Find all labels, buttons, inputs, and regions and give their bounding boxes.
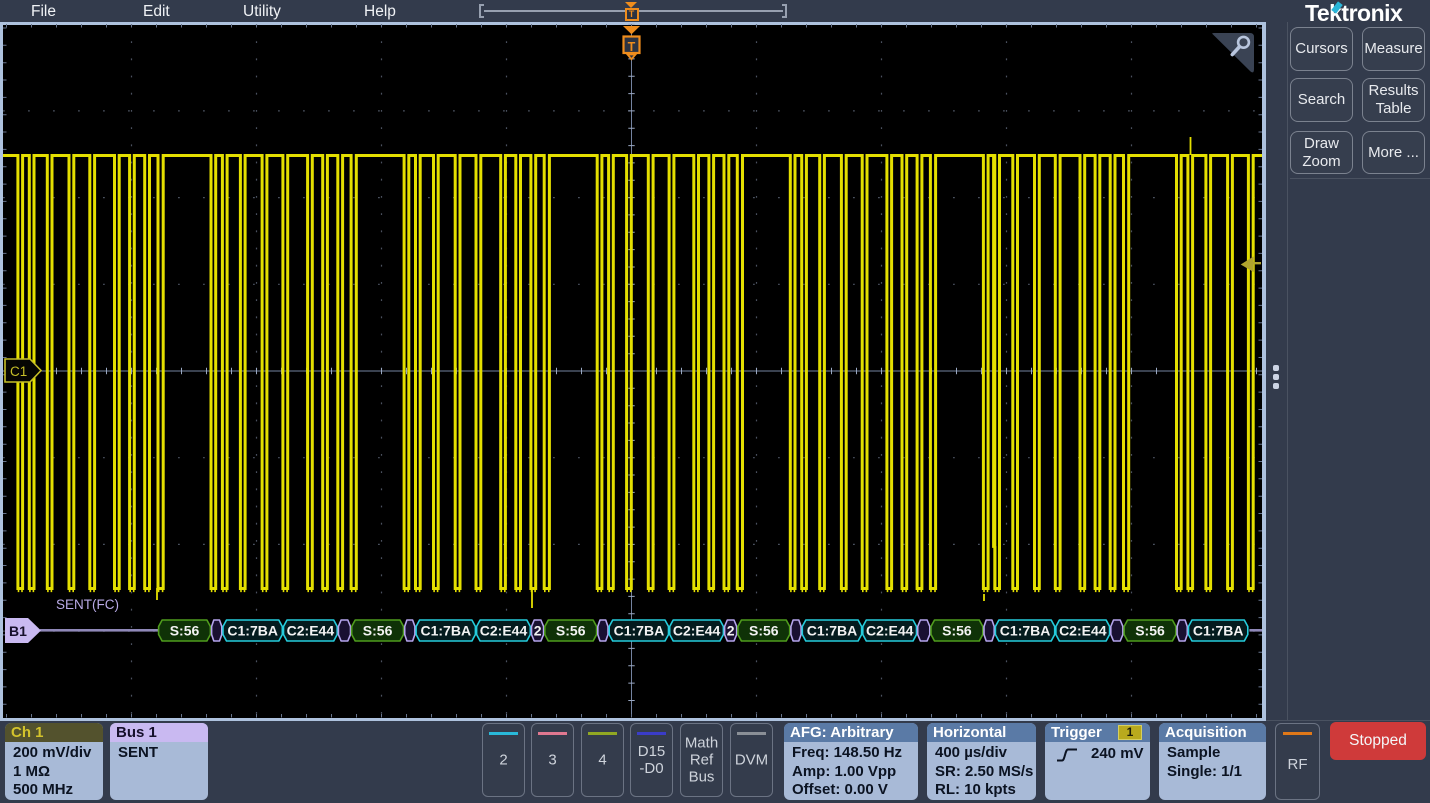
svg-text:SENT(FC): SENT(FC) bbox=[56, 597, 119, 612]
svg-text:C1:7BA: C1:7BA bbox=[1193, 623, 1244, 639]
svg-text:C1:7BA: C1:7BA bbox=[1000, 623, 1051, 639]
svg-text:C2:E44: C2:E44 bbox=[1059, 623, 1107, 639]
svg-text:C2:E44: C2:E44 bbox=[480, 623, 528, 639]
svg-text:S:56: S:56 bbox=[363, 623, 393, 639]
svg-text:C1:7BA: C1:7BA bbox=[421, 623, 472, 639]
svg-text:2: 2 bbox=[534, 623, 542, 639]
svg-text:C1:7BA: C1:7BA bbox=[227, 623, 278, 639]
svg-text:S:56: S:56 bbox=[556, 623, 586, 639]
svg-text:S:56: S:56 bbox=[942, 623, 972, 639]
svg-text:T: T bbox=[628, 40, 636, 54]
svg-text:B1: B1 bbox=[9, 623, 27, 639]
svg-text:C2:E44: C2:E44 bbox=[866, 623, 914, 639]
svg-text:C1:7BA: C1:7BA bbox=[614, 623, 665, 639]
svg-text:C2:E44: C2:E44 bbox=[287, 623, 335, 639]
svg-text:C1:7BA: C1:7BA bbox=[807, 623, 858, 639]
svg-text:S:56: S:56 bbox=[1135, 623, 1165, 639]
svg-text:S:56: S:56 bbox=[170, 623, 200, 639]
svg-text:C2:E44: C2:E44 bbox=[673, 623, 721, 639]
svg-text:S:56: S:56 bbox=[749, 623, 779, 639]
svg-text:2: 2 bbox=[727, 623, 735, 639]
svg-text:C1: C1 bbox=[10, 364, 27, 379]
